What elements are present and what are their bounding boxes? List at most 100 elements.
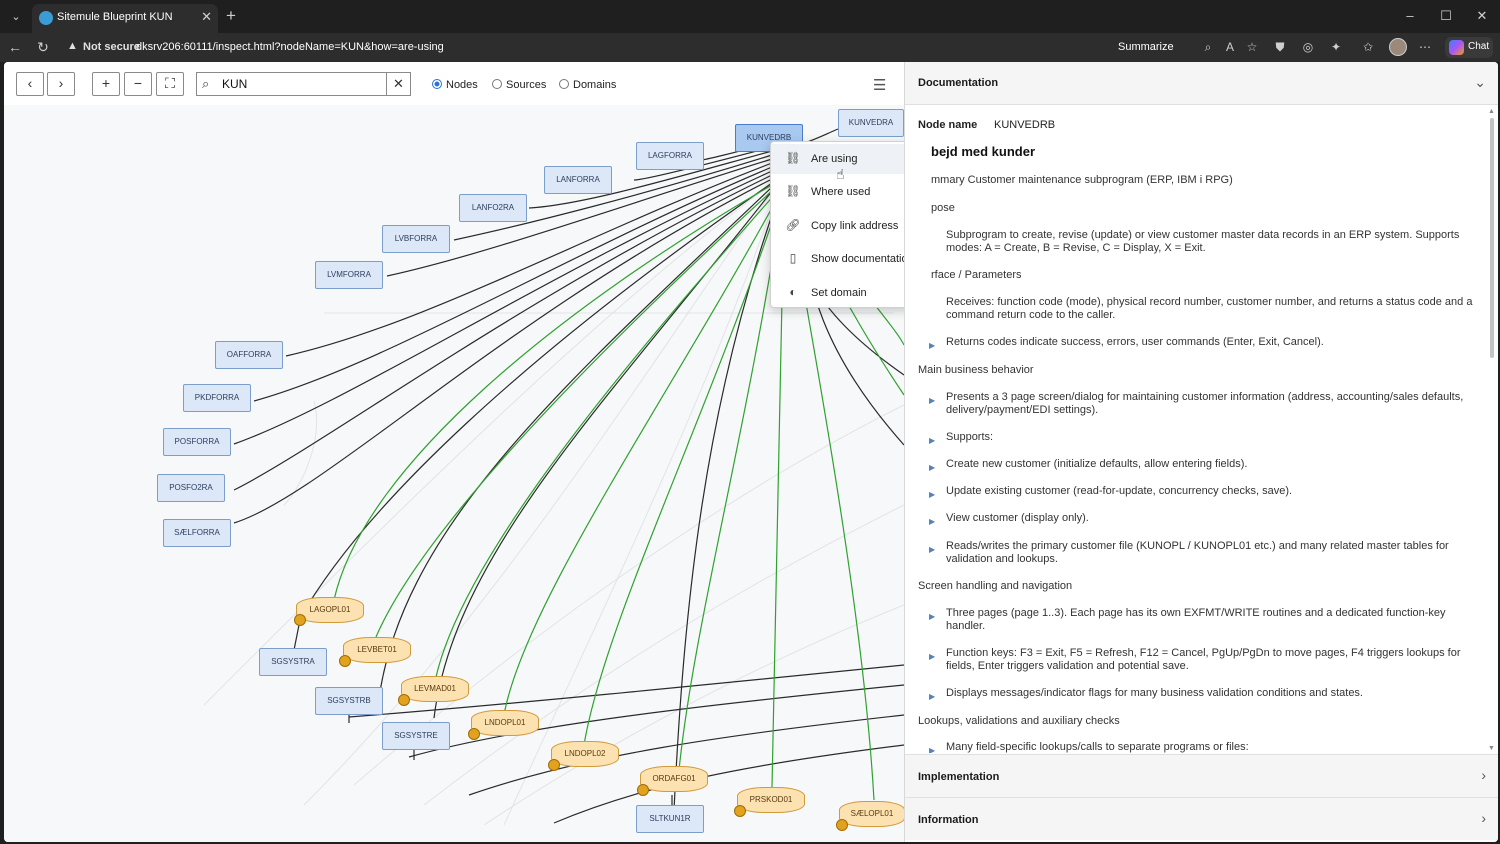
read-aloud-icon[interactable]: A (1222, 40, 1238, 54)
doc-bullet-text: Create new customer (initialize defaults… (946, 458, 1248, 470)
menu-item-copy-link[interactable]: 🔗︎ Copy link address (771, 211, 904, 241)
forward-arrow-icon[interactable]: › (47, 72, 75, 96)
tab-actions-chevron-icon[interactable]: ⌄ (6, 7, 26, 27)
implementation-section[interactable]: Implementation › (905, 754, 1498, 797)
bullet-icon: ▶ (929, 746, 936, 753)
more-options-icon[interactable]: ⋯ (1417, 40, 1433, 54)
extension-icon[interactable]: ◎ (1300, 40, 1316, 54)
bullet-icon: ▶ (929, 463, 936, 472)
maximize-icon[interactable]: ☐ (1436, 8, 1456, 24)
graph-node[interactable]: SLTKUN1R (636, 805, 704, 833)
doc-section-heading: Lookups, validations and auxiliary check… (918, 715, 1120, 727)
radio-nodes[interactable]: Nodes (432, 79, 478, 91)
minimize-icon[interactable]: – (1400, 8, 1420, 23)
graph-node[interactable]: POSFO2RA (157, 474, 225, 502)
extensions-puzzle-icon[interactable]: ✦ (1328, 40, 1344, 54)
graph-node[interactable]: KUNVEDRA (838, 109, 904, 137)
back-arrow-icon[interactable]: ‹ (16, 72, 44, 96)
menu-item-label: Where used (811, 186, 871, 198)
database-icon (734, 805, 746, 817)
bullet-icon: ▶ (929, 652, 936, 661)
documentation-header[interactable]: Documentation ⌄ (905, 62, 1498, 105)
doc-bullet-text: Presents a 3 page screen/dialog for main… (946, 391, 1464, 416)
graph-node[interactable]: PKDFORRA (183, 384, 251, 412)
back-icon[interactable]: ← (6, 39, 24, 55)
graph-node[interactable]: LVMFORRA (315, 261, 383, 289)
graph-node[interactable]: LANFO2RA (459, 194, 527, 222)
menu-item-set-domain[interactable]: ◐ Set domain (771, 278, 904, 308)
menu-item-label: Set domain (811, 287, 867, 299)
graph-node[interactable]: SGSYSTRE (382, 722, 450, 750)
chevron-right-icon: › (1481, 767, 1486, 783)
tab-close-icon[interactable]: ✕ (201, 9, 212, 25)
scroll-up-icon[interactable]: ▲ (1488, 108, 1495, 115)
radio-unselected-icon (559, 79, 569, 89)
graph-node[interactable]: LAGFORRA (636, 142, 704, 170)
database-node[interactable]: LNDOPL02 (551, 741, 619, 767)
graph-canvas[interactable]: KUNVEDRB KUNVEDRA LAGFORRA LANFORRA LANF… (4, 105, 904, 842)
zoom-out-icon[interactable]: − (124, 72, 152, 96)
doc-bullet-text: Subprogram to create, revise (update) or… (946, 229, 1460, 254)
domain-icon: ◐ (789, 285, 797, 299)
url-field[interactable]: ▲ Not secure dksrv206:60111/inspect.html… (60, 36, 1110, 59)
doc-bullet-text: Supports: (946, 431, 994, 443)
favorite-star-icon[interactable]: ☆ (1244, 40, 1260, 54)
menu-item-label: Are using (811, 153, 858, 165)
chevron-right-icon: › (1481, 810, 1486, 826)
database-node[interactable]: PRSKOD01 (737, 787, 805, 813)
radio-sources[interactable]: Sources (492, 79, 546, 91)
graph-node[interactable]: LANFORRA (544, 166, 612, 194)
database-icon (468, 728, 480, 740)
node-name-value: KUNVEDRB (994, 119, 1056, 131)
shield-extension-icon[interactable]: ⛊ (1272, 40, 1288, 55)
search-input[interactable] (222, 75, 377, 93)
doc-section-heading: pose (931, 202, 955, 214)
chevron-down-icon[interactable]: ⌄ (1474, 74, 1486, 91)
graph-node[interactable]: OAFFORRA (215, 341, 283, 369)
menu-item-show-documentation[interactable]: ▯ Show documentation (771, 244, 904, 274)
browser-tab[interactable]: Sitemule Blueprint KUN ✕ (32, 4, 218, 33)
refresh-icon[interactable]: ↻ (34, 39, 52, 56)
database-node[interactable]: LEVBET01 (343, 637, 411, 663)
clear-search-icon[interactable]: ✕ (386, 73, 410, 95)
doc-scrollbar[interactable]: ▲ ▼ (1488, 108, 1496, 752)
scroll-thumb[interactable] (1490, 118, 1494, 358)
node-name-label: Node name (918, 119, 978, 131)
url-text: dksrv206:60111/inspect.html?nodeName=KUN… (136, 41, 444, 53)
fit-screen-icon[interactable]: ⛶ (156, 72, 184, 96)
bullet-icon: ▶ (929, 490, 936, 499)
copilot-chat-button[interactable]: Chat (1445, 37, 1493, 58)
database-node[interactable]: ORDAFG01 (640, 766, 708, 792)
database-node[interactable]: LNDOPL01 (471, 710, 539, 736)
menu-icon[interactable]: ☰ (873, 76, 886, 94)
favicon-icon (39, 11, 53, 25)
radio-domains[interactable]: Domains (559, 79, 616, 91)
bullet-icon: ▶ (929, 396, 936, 405)
doc-bullet-text: Update existing customer (read-for-updat… (946, 485, 1293, 497)
scroll-down-icon[interactable]: ▼ (1488, 745, 1495, 752)
window-close-icon[interactable]: ✕ (1472, 8, 1492, 24)
zoom-icon[interactable]: ⌕ (1200, 40, 1216, 55)
database-node[interactable]: LAGOPL01 (296, 597, 364, 623)
database-node[interactable]: LEVMAD01 (401, 676, 469, 702)
profile-avatar[interactable] (1389, 38, 1407, 56)
doc-bullet-text: Many field-specific lookups/calls to sep… (946, 741, 1249, 753)
database-icon (637, 784, 649, 796)
bullet-icon: ▶ (929, 692, 936, 701)
favorites-icon[interactable]: ✩ (1360, 40, 1376, 54)
graph-node[interactable]: SGSYSTRB (315, 687, 383, 715)
graph-node[interactable]: POSFORRA (163, 428, 231, 456)
graph-node[interactable]: SGSYSTRA (259, 648, 327, 676)
zoom-in-icon[interactable]: + (92, 72, 120, 96)
graph-node[interactable]: LVBFORRA (382, 225, 450, 253)
browser-tab-bar: ⌄ Sitemule Blueprint KUN ✕ + – ☐ ✕ (0, 0, 1500, 33)
bullet-icon: ▶ (929, 341, 936, 350)
information-section[interactable]: Information › (905, 797, 1498, 840)
graph-node[interactable]: SÆLFORRA (163, 519, 231, 547)
doc-bullet-text: Returns codes indicate success, errors, … (946, 336, 1324, 348)
database-icon (339, 655, 351, 667)
new-tab-icon[interactable]: + (226, 6, 236, 26)
doc-heading: bejd med kunder (931, 144, 1036, 159)
summarize-button[interactable]: Summarize (1118, 41, 1174, 53)
database-node[interactable]: SÆLOPL01 (839, 801, 904, 827)
